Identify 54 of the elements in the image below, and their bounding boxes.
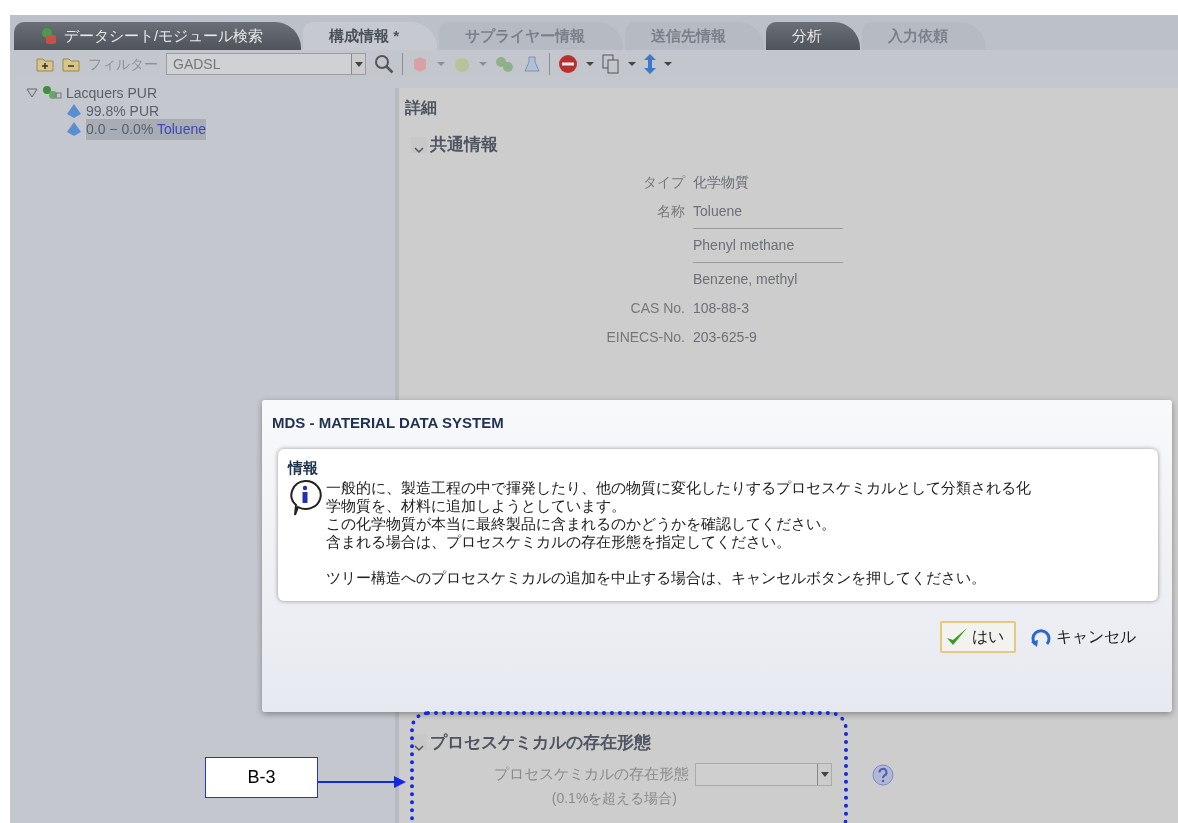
field-value: 203-625-9 — [693, 327, 758, 347]
annotation-label: B-3 — [205, 757, 318, 798]
collapse-folder-icon[interactable] — [62, 56, 80, 72]
checkmark-icon — [946, 627, 968, 647]
dropdown-arrow-icon — [820, 772, 829, 777]
search-icon[interactable] — [374, 54, 394, 74]
tab[interactable]: データシート/モジュール検索 — [14, 22, 302, 50]
tab[interactable]: 分析 — [766, 22, 861, 50]
pyramid-icon — [66, 121, 82, 137]
expand-folder-icon[interactable] — [36, 56, 54, 72]
pyramid-icon — [66, 103, 82, 119]
field-value: 108-88-3 — [693, 298, 751, 318]
tree-item[interactable]: 0.0 − 0.0% Toluene — [86, 118, 206, 140]
chevron-icon — [413, 145, 425, 156]
info-icon — [288, 479, 322, 517]
caret-icon[interactable] — [586, 62, 594, 66]
dialog-title: MDS - MATERIAL DATA SYSTEM — [271, 413, 505, 433]
field-label: プロセスケミカルの存在形態 — [493, 764, 690, 785]
tab[interactable]: 構成情報 * — [303, 22, 438, 50]
section-title: 共通情報 — [430, 134, 498, 156]
field-value: Benzene, methyl — [693, 261, 843, 290]
field-note: (0.1%を超える場合) — [550, 789, 678, 808]
message-title: 情報 — [288, 457, 319, 478]
collapse-toggle[interactable] — [411, 136, 427, 153]
field-label: 名称 — [656, 201, 685, 221]
message-text: ツリー構造へのプロセスケミカルの追加を中止する場合は、キャンセルボタンを押してください。 — [325, 569, 987, 587]
field-label: タイプ — [642, 172, 685, 192]
field-value: 化学物質 — [693, 172, 750, 192]
expand-triangle-icon[interactable] — [26, 88, 38, 98]
vertical-arrows-icon[interactable] — [644, 54, 656, 74]
caret-icon[interactable] — [664, 62, 672, 66]
message-text: 一般的に、製造工程の中で揮発したり、他の物質に変化したりするプロセスケミカルとして分類される化学物質を、材料に追加しようとしています。 — [325, 479, 1032, 515]
dropdown-field[interactable] — [695, 763, 832, 786]
cancel-button[interactable]: キャンセル — [1024, 621, 1142, 653]
undo-arrow-icon — [1030, 626, 1052, 648]
field-label: CAS No. — [629, 298, 685, 318]
molecule-icon — [42, 85, 62, 101]
remove-icon[interactable] — [558, 54, 578, 74]
caret-icon[interactable] — [628, 62, 636, 66]
copy-pages-icon[interactable] — [602, 54, 620, 74]
field-label: EINECS-No. — [605, 327, 685, 347]
dropdown-arrow-icon — [354, 61, 363, 67]
panel-title: 詳細 — [404, 98, 438, 118]
yes-button[interactable]: はい — [940, 621, 1016, 653]
message-text: 含まれる場合は、プロセスケミカルの存在形態を指定してください。 — [325, 533, 792, 551]
chevron-icon — [413, 742, 425, 753]
help-icon[interactable] — [872, 763, 894, 786]
message-text: この化学物質が本当に最終製品に含まれるのかどうかを確認してください。 — [325, 515, 837, 533]
filter-dropdown[interactable]: GADSL — [166, 53, 366, 75]
collapse-toggle[interactable] — [411, 734, 427, 751]
field-value: Toluene — [693, 201, 744, 221]
section-title: プロセスケミカルの存在形態 — [430, 731, 651, 754]
arrow-icon — [318, 774, 408, 791]
field-value: Phenyl methane — [693, 227, 843, 256]
